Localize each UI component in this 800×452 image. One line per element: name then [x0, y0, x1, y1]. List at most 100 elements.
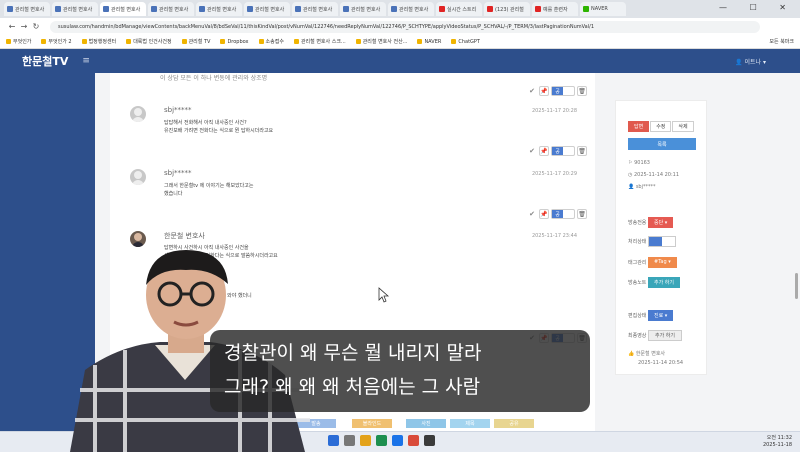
bookmark-item[interactable]: 법정행정센터	[81, 38, 116, 45]
app-logo[interactable]: 한문철TV	[22, 53, 68, 69]
menu-icon[interactable]: ≡	[82, 56, 90, 66]
tab-favicon-icon	[7, 6, 13, 12]
visibility-toggle[interactable]: 공	[551, 209, 575, 219]
tab-label: 관리철 변호사	[15, 6, 45, 13]
bookmark-folder-icon	[220, 39, 226, 44]
browser-tab[interactable]: NAVER	[580, 2, 626, 16]
mouse-cursor-icon	[378, 287, 390, 303]
delete-button[interactable]: 삭제	[672, 121, 694, 132]
bookmark-item[interactable]: ChatGPT	[451, 39, 480, 45]
bookmark-item[interactable]: 무엇인가 2	[41, 38, 72, 45]
pin-icon[interactable]: 📌	[539, 146, 549, 156]
bookmark-folder-icon	[451, 39, 457, 44]
tab-favicon-icon	[535, 6, 541, 12]
browser-tab[interactable]: 관리철 변호사	[148, 2, 194, 16]
field-value-button[interactable]: 진료 ▾	[648, 309, 674, 321]
bookmark-item[interactable]: 관리철 변호사 스크...	[293, 38, 346, 45]
status-field: 최종영상 추가 하기	[628, 329, 700, 341]
bookmark-item[interactable]: NAVER	[417, 39, 441, 45]
taskbar-clock[interactable]: 오전 11:32 2025-11-18	[763, 435, 792, 449]
start-icon[interactable]	[328, 435, 339, 446]
browser-tab[interactable]: (123) 관리철	[484, 2, 530, 16]
field-label: 처리상태	[628, 238, 647, 245]
tab-favicon-icon	[487, 6, 493, 12]
url-field[interactable]: susulaw.com/handmin/bdManage/viewContent…	[50, 20, 760, 33]
bottom-tab[interactable]: 사진	[406, 419, 446, 428]
edit-button[interactable]: 수정	[650, 121, 672, 132]
list-button[interactable]: 목록	[628, 138, 696, 150]
browser-tab[interactable]: 관리철 변호사	[100, 2, 146, 16]
field-value-button[interactable]: 중단 ▾	[648, 216, 674, 228]
bottom-tab[interactable]: 블라인드	[352, 419, 392, 428]
comment-author: sbj*****	[164, 169, 192, 177]
reply-button[interactable]: 답변	[628, 121, 650, 132]
comment-author: 한문철 변호사	[164, 232, 205, 240]
subtitle-line-2: 그래? 왜 왜 왜 처음에는 그 사람	[224, 376, 481, 398]
user-menu[interactable]: 👤 이트나 ▾	[735, 57, 766, 66]
search-icon[interactable]	[344, 435, 355, 446]
browser-tab[interactable]: 관리철 변호사	[340, 2, 386, 16]
status-switch[interactable]	[648, 235, 676, 247]
chrome-icon[interactable]	[376, 435, 387, 446]
trash-icon[interactable]: 🗑	[577, 86, 587, 96]
comment-body: 그래서 한문철tv 에 이야기는 해보았다고는 했습니다	[164, 182, 253, 198]
pin-icon[interactable]: 📌	[539, 209, 549, 219]
field-value-button[interactable]: 추가 하기	[648, 329, 682, 341]
browser-tab[interactable]: 실시간 스트리	[436, 2, 482, 16]
taskbar-icons	[328, 435, 440, 446]
field-label: 방송전용	[628, 219, 647, 226]
field-value-button[interactable]: 추가 하기	[648, 276, 680, 288]
trash-icon[interactable]: 🗑	[577, 146, 587, 156]
browser-tab[interactable]: 관리철 변호사	[196, 2, 242, 16]
browser-tab[interactable]: 관리철 변호사	[244, 2, 290, 16]
settings-icon[interactable]	[424, 435, 435, 446]
forward-icon[interactable]: →	[18, 22, 30, 31]
all-bookmarks[interactable]: 모든 북마크	[769, 38, 794, 45]
comment-line: 유진보배 가려면 전화다는 식으로 뭔 답하시더라고요	[164, 128, 274, 134]
bookmark-folder-icon	[126, 39, 132, 44]
visibility-toggle[interactable]: 공	[551, 146, 575, 156]
edge-icon[interactable]	[392, 435, 403, 446]
bookmark-item[interactable]: 관리철 TV	[181, 38, 210, 45]
bookmark-label: 대륙법 인건사건정	[133, 39, 172, 45]
author-name-value: 한문철 변호사	[635, 351, 666, 357]
comment-item: sbj***** 2025-11-17 20:28 답답해서 전화해서 아직 내사중…	[130, 106, 585, 161]
check-icon[interactable]: ✔	[527, 209, 537, 219]
trash-icon[interactable]: 🗑	[577, 209, 587, 219]
browser-tab[interactable]: 관리철 변호사	[52, 2, 98, 16]
comment-line: 답답해서 전화해서 아직 내사중인 사건?	[164, 120, 247, 126]
toggle-on-label: 공	[552, 87, 563, 95]
field-label: 최종영상	[628, 332, 647, 339]
bottom-tab[interactable]: 공유	[494, 419, 534, 428]
reload-icon[interactable]: ↻	[30, 22, 42, 31]
author-date: 2025-11-14 20:54	[638, 360, 684, 366]
address-bar: ← → ↻ susulaw.com/handmin/bdManage/viewC…	[0, 18, 800, 35]
back-icon[interactable]: ←	[6, 22, 18, 31]
app-header: 한문철TV ≡ 👤 이트나 ▾	[0, 49, 800, 73]
bookmark-item[interactable]: 무엇인가	[6, 38, 31, 45]
field-value-button[interactable]: #Tag ▾	[648, 256, 677, 268]
browser-tab[interactable]: 관리철 변호사	[388, 2, 434, 16]
browser-tab[interactable]: 관리철 변호사	[4, 2, 50, 16]
bookmark-item[interactable]: 대륙법 인건사건정	[126, 38, 172, 45]
page-scrollbar[interactable]	[795, 273, 798, 299]
visibility-toggle[interactable]: 공	[551, 86, 575, 96]
app-icon[interactable]	[408, 435, 419, 446]
browser-tab[interactable]: 관리철 변호사	[292, 2, 338, 16]
tab-label: 관리철 변호사	[255, 6, 285, 13]
bookmark-item[interactable]: Dropbox	[220, 39, 249, 45]
check-icon[interactable]: ✔	[527, 86, 537, 96]
bookmark-item[interactable]: 관리철 변호사 전산...	[355, 38, 407, 45]
subtitle-line-1: 경찰관이 왜 무슨 뭘 내리지 말라	[224, 342, 482, 364]
browser-tab[interactable]: 예를 훈련자	[532, 2, 578, 16]
bookmark-item[interactable]: 소송접수	[258, 38, 284, 45]
bottom-tab[interactable]: 제목	[450, 419, 490, 428]
folder-icon[interactable]	[360, 435, 371, 446]
check-icon[interactable]: ✔	[527, 146, 537, 156]
status-field: 태그관리 #Tag ▾	[628, 256, 700, 268]
field-label: 방송노트	[628, 279, 647, 286]
window-controls[interactable]: — ☐ ✕	[719, 3, 796, 12]
bookmark-folder-icon	[41, 39, 47, 44]
pin-icon[interactable]: 📌	[539, 86, 549, 96]
post-side-panel: 답변 수정 삭제 목록 ⚐ 90163 ◷ 2025-11-14 20:11 👤…	[615, 100, 707, 375]
